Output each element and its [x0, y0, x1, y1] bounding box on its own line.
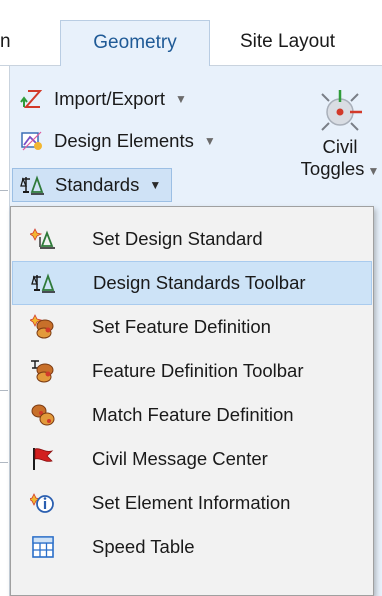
- set-element-information-icon: [30, 490, 56, 516]
- civil-toggles-label-line1: Civil: [322, 136, 358, 157]
- tab-partial[interactable]: n: [0, 20, 40, 66]
- tab-geometry[interactable]: Geometry: [60, 20, 210, 66]
- menu-item-label: Match Feature Definition: [92, 404, 294, 425]
- menu-item-label: Civil Message Center: [92, 448, 268, 469]
- design-elements-label: Design Elements: [54, 130, 194, 151]
- standards-button[interactable]: Standards ▼: [12, 168, 173, 202]
- left-pane-edge: [0, 66, 10, 596]
- design-standards-toolbar-icon: [31, 270, 57, 296]
- divider: [0, 190, 8, 191]
- import-export-button[interactable]: Import/Export ▼: [18, 84, 187, 114]
- match-feature-definition-icon: [30, 402, 56, 428]
- import-export-label: Import/Export: [54, 88, 166, 109]
- menu-item-set-feature-definition[interactable]: Set Feature Definition: [12, 305, 372, 349]
- tab-site-layout[interactable]: Site Layout: [240, 20, 382, 66]
- civil-toggles-button[interactable]: Civil Toggles ▼: [298, 80, 382, 200]
- menu-item-match-feature-definition[interactable]: Match Feature Definition: [12, 393, 372, 437]
- menu-item-label: Set Design Standard: [92, 228, 263, 249]
- menu-item-label: Design Standards Toolbar: [93, 272, 306, 293]
- design-elements-icon: [18, 128, 46, 154]
- menu-item-set-design-standard[interactable]: Set Design Standard: [12, 217, 372, 261]
- menu-item-speed-table[interactable]: Speed Table: [12, 525, 372, 569]
- chevron-down-icon: ▼: [203, 134, 216, 148]
- chevron-down-icon: ▼: [175, 92, 187, 106]
- menu-item-label: Set Feature Definition: [92, 316, 271, 337]
- feature-definition-toolbar-icon: [30, 358, 56, 384]
- menu-item-label: Speed Table: [92, 536, 195, 557]
- chevron-down-icon: ▼: [149, 178, 162, 192]
- menu-item-feature-definition-toolbar[interactable]: Feature Definition Toolbar: [12, 349, 372, 393]
- civil-toggles-label-line2: Toggles ▼: [300, 158, 380, 179]
- menu-item-civil-message-center[interactable]: Civil Message Center: [12, 437, 372, 481]
- chevron-down-icon: ▼: [367, 164, 380, 178]
- menu-item-set-element-information[interactable]: Set Element Information: [12, 481, 372, 525]
- set-design-standard-icon: [30, 226, 56, 252]
- menu-item-label: Feature Definition Toolbar: [92, 360, 304, 381]
- set-feature-definition-icon: [30, 314, 56, 340]
- app-window: n Geometry Site Layout Import/Export ▼ D…: [0, 0, 382, 596]
- civil-toggles-icon: [316, 88, 364, 136]
- speed-table-icon: [30, 534, 56, 560]
- standards-dropdown-menu: Set Design Standard Design Standards Too…: [10, 206, 374, 596]
- menu-item-design-standards-toolbar[interactable]: Design Standards Toolbar: [12, 261, 372, 305]
- import-export-icon: [18, 86, 46, 112]
- standards-icon: [19, 172, 47, 198]
- civil-message-center-icon: [30, 446, 56, 472]
- ribbon-tab-strip: n Geometry Site Layout: [0, 0, 382, 66]
- standards-label: Standards: [55, 174, 140, 195]
- design-elements-button[interactable]: Design Elements ▼: [18, 126, 216, 156]
- divider: [0, 390, 8, 391]
- menu-item-label: Set Element Information: [92, 492, 291, 513]
- divider: [0, 462, 8, 463]
